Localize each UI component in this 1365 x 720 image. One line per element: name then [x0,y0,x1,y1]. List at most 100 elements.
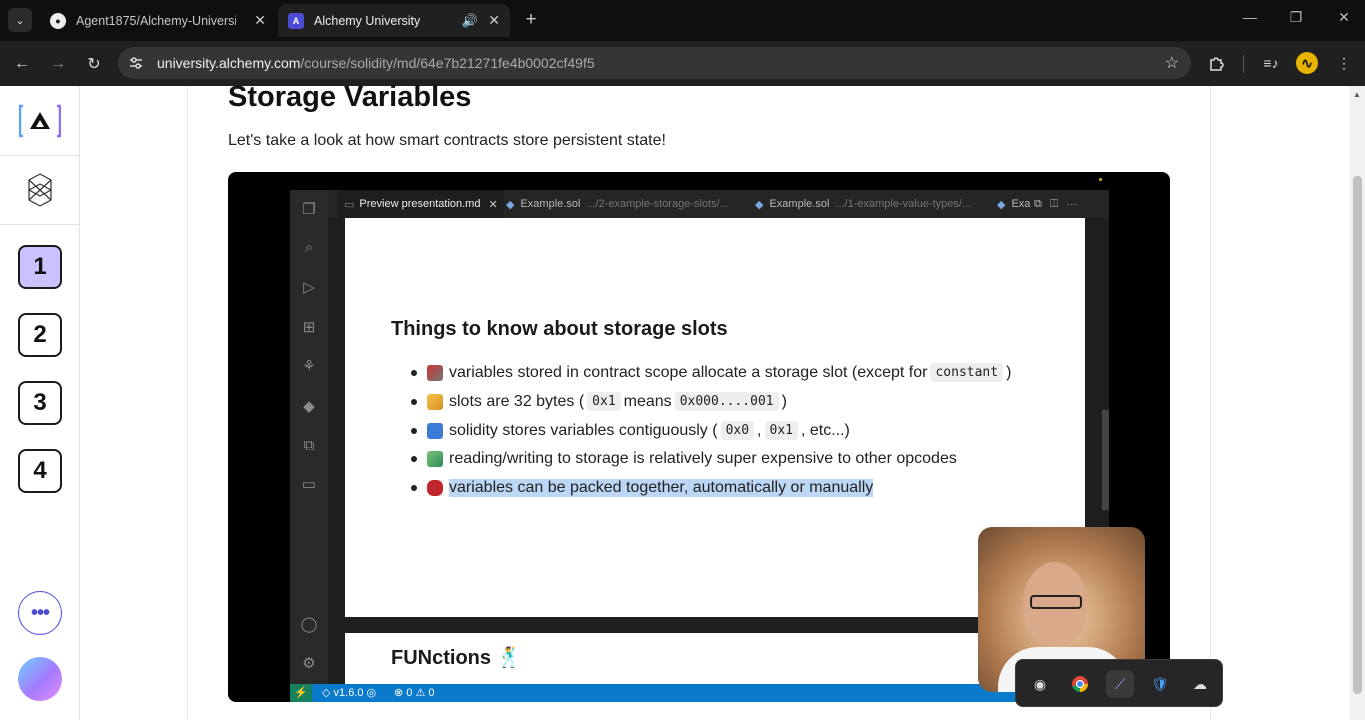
bullet-text: ) [781,392,787,410]
vscode-editor-tabs: ▭ Preview presentation.md ✕ ◆ Example.so… [328,190,1109,218]
new-tab-button[interactable]: + [521,8,541,32]
window-close-icon[interactable]: ✕ [1329,9,1359,26]
browser-preview-icon: ▭ [301,476,317,493]
scrollbar-thumb[interactable] [1353,176,1362,694]
editor-tab-example-value: ◆ Example.sol .../1-example-value-types/… [755,190,971,218]
lesson-2-button[interactable]: 2 [18,313,62,357]
editor-tab-label: Preview presentation.md [359,198,481,210]
remote-indicator-icon: ⚡ [290,684,312,702]
lesson-video-player[interactable]: ❐ ⌕ ▷ ⊞ ⚘ ◆ ⧉ ▭ ◯ ⚙ ▭ Preview presentati… [228,172,1170,702]
video-indicator-dot [1099,178,1102,181]
sidebar-divider [0,224,80,225]
browser-toolbar: ← → ↻ university.alchemy.com/course/soli… [0,41,1365,86]
media-control-icon[interactable]: ≡♪ [1260,52,1282,74]
toolbar-divider [1243,55,1244,73]
extensions-puzzle-icon[interactable] [1206,52,1228,74]
editor-scrollbar [1102,410,1109,510]
alchemy-logo-icon[interactable] [19,104,61,138]
feather-tray-icon[interactable]: ⟋ [1106,670,1134,698]
editor-tab-label: Example.sol [769,198,830,210]
more-options-button[interactable]: ••• [18,591,62,635]
editor-actions-icons: ⧉◫⋯ [1034,197,1086,210]
numbers-emoji-icon [427,422,443,439]
onedrive-offline-tray-icon[interactable]: ☁ [1186,670,1214,698]
close-tab-icon[interactable]: ✕ [254,12,266,29]
page-scrollbar[interactable]: ▲ [1350,86,1365,720]
minimize-icon[interactable]: — [1235,9,1265,25]
profile-extension-icon[interactable]: ∿ [1296,52,1318,74]
chrome-tray-icon[interactable] [1066,670,1094,698]
bullet-text: means [623,392,672,410]
forward-arrow-icon[interactable]: → [46,52,70,76]
code-token: 0x1 [764,421,798,440]
run-debug-icon: ▷ [303,279,315,296]
sidebar-divider [0,155,80,156]
slide-bullet: variables stored in contract scope alloc… [411,363,1011,382]
defender-warning-tray-icon[interactable]: 🛡 [1146,670,1174,698]
url-path: /course/solidity/md/64e7b21271fe4b0002cf… [300,55,595,71]
url-host: university.alchemy.com [157,55,301,71]
backpack-emoji-icon [427,480,443,496]
telescope-emoji-icon [427,364,443,381]
address-bar[interactable]: university.alchemy.com/course/solidity/m… [118,47,1191,79]
bullet-text: solidity stores variables contiguously ( [449,421,718,439]
ethereum-icon: ◆ [755,198,764,211]
bookmark-star-icon[interactable]: ☆ [1165,53,1179,73]
bullet-text: ) [1006,363,1012,381]
browser-menu-icon[interactable]: ⋮ [1333,52,1355,74]
docker-icon: ◆ [303,398,315,415]
lesson-3-button[interactable]: 3 [18,381,62,425]
restore-icon[interactable]: ❐ [1281,9,1311,26]
editor-tab-preview: ▭ Preview presentation.md ✕ [338,190,504,218]
code-token: 0x1 [587,392,621,411]
tab-search-button[interactable]: ⌄ [8,8,32,32]
ethereum-icon: ◆ [506,198,515,211]
status-version-text: v1.6.0 [333,687,364,699]
bullet-text: , etc...) [800,421,850,439]
code-token: constant [930,363,1004,382]
github-icon: ● [50,12,66,29]
slide-bullet: slots are 32 bytes ( 0x1 means 0x000....… [411,392,787,411]
bullet-text: , [757,421,762,439]
scroll-up-arrow-icon[interactable]: ▲ [1353,90,1361,99]
preview-icon: ▭ [344,198,355,211]
next-slide-title: FUNctions 🕺 [391,647,522,669]
video-vscode-frame: ❐ ⌕ ▷ ⊞ ⚘ ◆ ⧉ ▭ ◯ ⚙ ▭ Preview presentati… [290,190,1145,702]
slide-bullet: solidity stores variables contiguously (… [411,421,850,440]
tab-github[interactable]: ● Agent1875/Alchemy-University ✕ [40,4,276,37]
vscode-activity-bar: ❐ ⌕ ▷ ⊞ ⚘ ◆ ⧉ ▭ ◯ ⚙ [290,190,328,684]
next-presentation-slide: FUNctions 🕺 [345,633,1085,684]
lesson-4-button[interactable]: 4 [18,449,62,493]
reload-icon[interactable]: ↻ [82,52,106,76]
url-text: university.alchemy.com/course/solidity/m… [157,55,595,71]
close-tab-icon[interactable]: ✕ [488,12,500,29]
account-icon: ◯ [300,616,318,633]
ruler-emoji-icon [427,393,443,410]
user-avatar[interactable] [18,657,62,701]
site-settings-icon[interactable] [128,55,144,71]
media-app-tray-icon[interactable]: ◉ [1026,670,1054,698]
highlighted-bullet-text: variables can be packed together, automa… [449,479,874,497]
course-hexagon-icon[interactable] [27,173,53,207]
slide-bullet: variables can be packed together, automa… [411,479,874,497]
code-token: 0x0 [720,421,755,440]
slide-title: Things to know about storage slots [391,318,728,340]
browser-tab-strip: ⌄ ● Agent1875/Alchemy-University ✕ A Alc… [0,0,1365,41]
lesson-1-button[interactable]: 1 [18,245,62,289]
speaker-icon[interactable]: 🔊 [462,13,478,29]
tab-alchemy-university[interactable]: A Alchemy University 🔊 ✕ [278,4,510,37]
back-arrow-icon[interactable]: ← [10,52,34,76]
status-problems: ⊗ 0 ⚠ 0 [394,687,435,699]
remote-explorer-icon: ⧉ [303,437,315,454]
explorer-icon: ❐ [302,201,316,218]
bullet-text: reading/writing to storage is relatively… [449,450,957,467]
page-title: Storage Variables [228,81,472,113]
search-icon: ⌕ [304,239,314,256]
editor-tab-label: Example.sol [520,198,581,210]
webcam-glasses [1030,595,1082,609]
system-tray-popup: ◉ ⟋ 🛡 ☁ [1015,659,1223,707]
alchemy-favicon-icon: A [288,12,304,29]
editor-tab-example-storage: ◆ Example.sol .../2-example-storage-slot… [506,190,729,218]
status-version: ◇ v1.6.0 ◎ [322,687,377,699]
settings-gear-icon: ⚙ [302,655,316,672]
